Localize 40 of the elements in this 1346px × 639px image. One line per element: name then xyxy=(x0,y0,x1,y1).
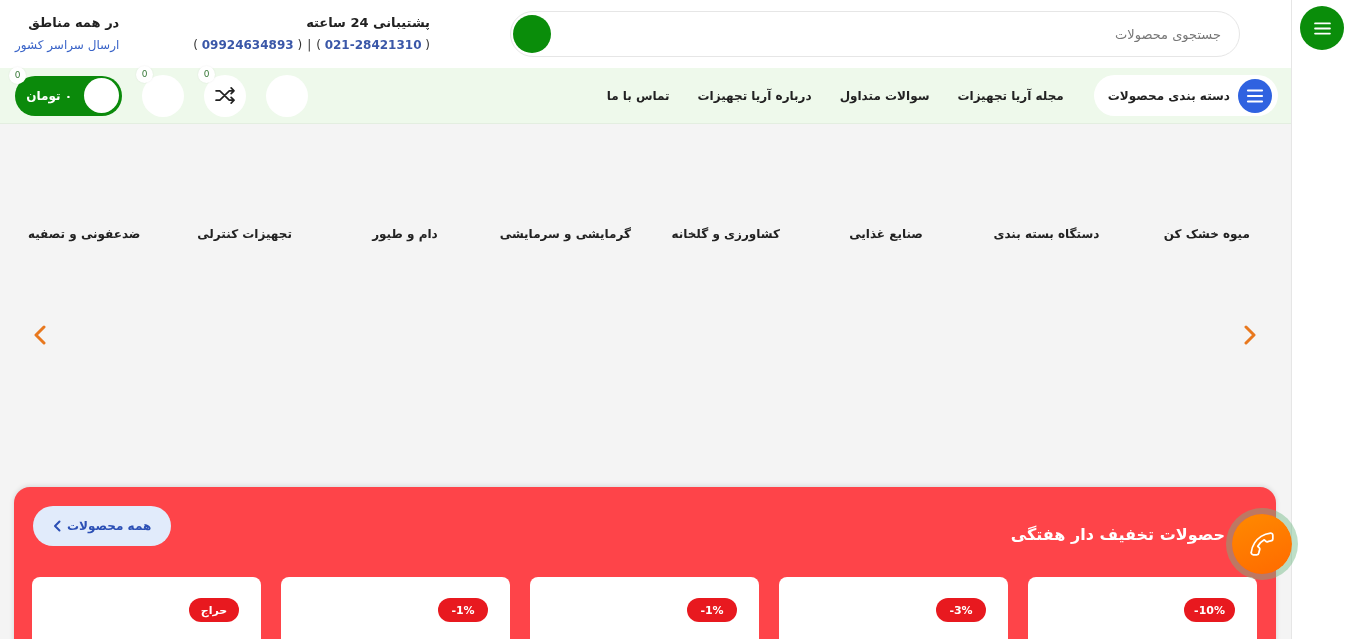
product-card[interactable]: -10% xyxy=(1028,577,1257,639)
category-link[interactable]: ضدعفونی و تصفیه xyxy=(27,225,141,243)
category-link[interactable]: صنایع غذایی xyxy=(849,225,923,243)
category-link[interactable]: تجهیزات کنترلی xyxy=(197,225,292,243)
category-link[interactable]: دام و طیور xyxy=(372,225,438,243)
product-card[interactable]: -1% xyxy=(530,577,759,639)
delivery-link[interactable]: ارسال سراسر کشور xyxy=(15,37,120,53)
nav-link[interactable]: تماس با ما xyxy=(606,88,670,103)
discount-badge: -1% xyxy=(438,598,488,622)
chevron-right-icon[interactable] xyxy=(1244,325,1256,345)
product-card[interactable]: -1% xyxy=(281,577,510,639)
nav-link[interactable]: درباره آریا تجهیزات xyxy=(697,88,812,103)
chevron-left-icon xyxy=(53,520,61,532)
separator-text: | xyxy=(307,37,312,53)
support-title: پشتیبانی 24 ساعته xyxy=(306,15,430,31)
product-card[interactable]: -3% xyxy=(779,577,1008,639)
category-link[interactable]: دستگاه بسته بندی xyxy=(993,225,1100,243)
phone-link[interactable]: ( 021-28421310 ) xyxy=(316,37,430,53)
discount-badge: حراج xyxy=(189,598,239,622)
all-products-button[interactable]: همه محصولات xyxy=(33,506,172,546)
category-link[interactable]: کشاورزی و گلخانه xyxy=(671,225,780,243)
phone-icon xyxy=(1249,531,1275,557)
menu-icon xyxy=(1313,21,1331,35)
search-field[interactable]: جستجوی محصولات xyxy=(510,11,1240,57)
menu-icon xyxy=(1238,78,1272,113)
product-card[interactable]: حراج xyxy=(32,577,261,639)
nav-link[interactable]: سوالات متداول xyxy=(839,88,930,103)
discount-badge: -3% xyxy=(936,598,986,622)
category-link[interactable]: گرمایشی و سرمایشی xyxy=(499,225,631,243)
delivery-title: در همه مناطق xyxy=(28,15,120,31)
discount-badge: -10% xyxy=(1184,598,1235,622)
category-menu-button[interactable]: دسته بندی محصولات xyxy=(1093,75,1278,116)
chevron-left-icon[interactable] xyxy=(34,325,46,345)
phone-link[interactable]: ( 09924634893 ) xyxy=(193,37,303,53)
shuffle-icon xyxy=(214,87,236,104)
menu-button[interactable] xyxy=(1300,6,1344,50)
discount-badge: -1% xyxy=(687,598,737,622)
category-link[interactable]: میوه خشک کن xyxy=(1163,225,1250,243)
section-title: حصولات تخفیف دار هفتگی xyxy=(1010,523,1225,544)
nav-link[interactable]: مجله آریا تجهیزات xyxy=(957,88,1064,103)
